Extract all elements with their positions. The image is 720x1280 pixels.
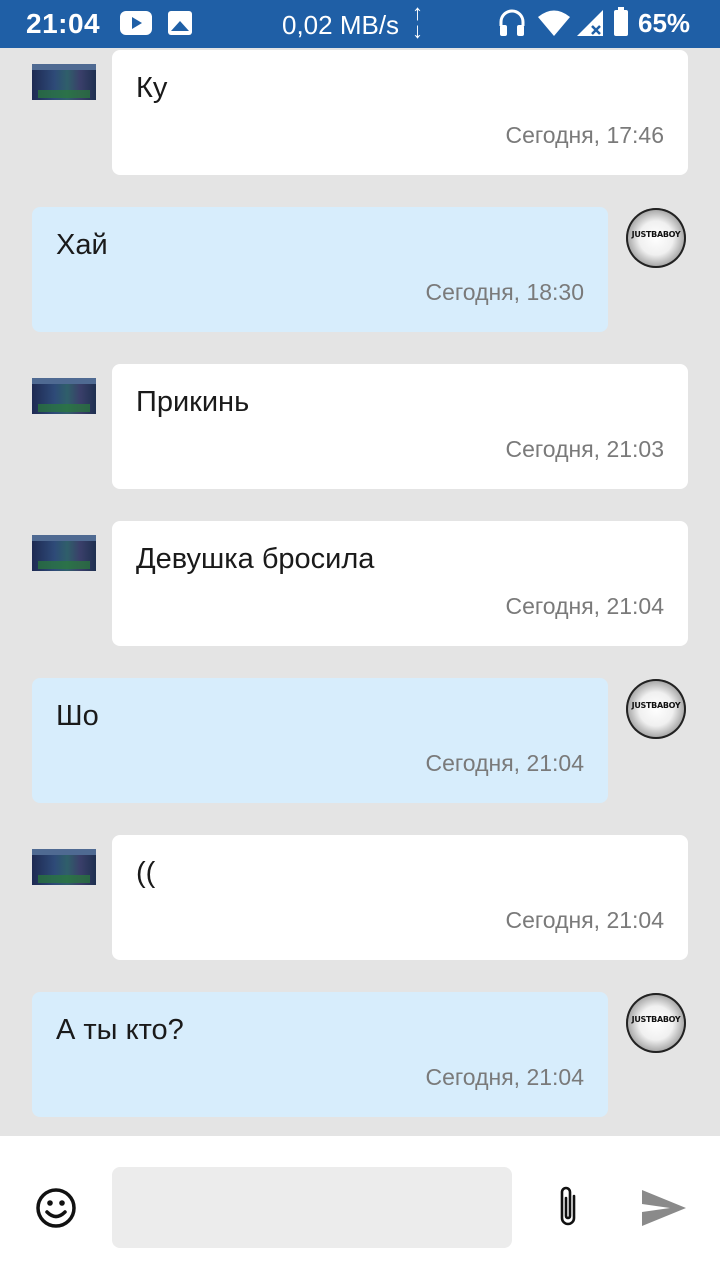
- youtube-icon: [120, 11, 152, 35]
- message-text: Девушка бросила: [136, 543, 375, 575]
- message-timestamp: Сегодня, 21:04: [505, 907, 664, 933]
- message-timestamp: Сегодня, 17:46: [505, 122, 664, 148]
- download-arrow-icon: ↓: [412, 18, 423, 43]
- message-timestamp: Сегодня, 21:04: [505, 593, 664, 619]
- contact-avatar[interactable]: [32, 849, 96, 885]
- battery-percent: 65%: [638, 8, 691, 38]
- message-incoming[interactable]: Ку Сегодня, 17:46: [112, 50, 688, 175]
- data-arrows: ↑ ↓: [412, 2, 423, 43]
- network-speed: 0,02 MB/s: [282, 10, 400, 40]
- message-timestamp: Сегодня, 21:04: [425, 1064, 584, 1090]
- message-text: Ку: [136, 72, 168, 104]
- headphones-icon: [499, 9, 525, 36]
- message-outgoing[interactable]: Шо Сегодня, 21:04: [32, 678, 608, 803]
- message-outgoing[interactable]: А ты кто? Сегодня, 21:04: [32, 992, 608, 1117]
- contact-avatar[interactable]: [32, 378, 96, 414]
- message-text: Прикинь: [136, 386, 250, 418]
- message-incoming[interactable]: (( Сегодня, 21:04: [112, 835, 688, 960]
- status-bar: 21:04 0,02 MB/s ↑ ↓ 65%: [0, 0, 720, 48]
- message-text: Хай: [56, 229, 108, 261]
- contact-avatar[interactable]: [32, 535, 96, 571]
- message-timestamp: Сегодня, 18:30: [425, 279, 584, 305]
- send-icon[interactable]: [640, 1188, 688, 1228]
- my-avatar[interactable]: JUSTBABOY: [626, 679, 686, 739]
- avatar-label: JUSTBABOY: [631, 701, 681, 710]
- message-incoming[interactable]: Прикинь Сегодня, 21:03: [112, 364, 688, 489]
- image-icon: [168, 11, 192, 35]
- status-time: 21:04: [26, 8, 101, 39]
- battery-icon: [614, 7, 628, 36]
- my-avatar[interactable]: JUSTBABOY: [626, 993, 686, 1053]
- message-outgoing[interactable]: Хай Сегодня, 18:30: [32, 207, 608, 332]
- my-avatar[interactable]: JUSTBABOY: [626, 208, 686, 268]
- message-timestamp: Сегодня, 21:04: [425, 750, 584, 776]
- message-incoming[interactable]: Девушка бросила Сегодня, 21:04: [112, 521, 688, 646]
- contact-avatar[interactable]: [32, 64, 96, 100]
- message-timestamp: Сегодня, 21:03: [505, 436, 664, 462]
- chat-messages[interactable]: Ку Сегодня, 17:46 Хай Сегодня, 18:30 JUS…: [0, 48, 720, 1136]
- wifi-icon: [538, 10, 570, 36]
- message-input[interactable]: [112, 1167, 512, 1248]
- message-text: А ты кто?: [56, 1014, 184, 1046]
- avatar-label: JUSTBABOY: [631, 230, 681, 239]
- paperclip-icon[interactable]: [552, 1184, 584, 1230]
- message-text: ((: [136, 857, 156, 889]
- message-text: Шо: [56, 700, 99, 732]
- avatar-label: JUSTBABOY: [631, 1015, 681, 1024]
- signal-icon: [577, 10, 603, 36]
- emoji-icon[interactable]: [35, 1187, 77, 1229]
